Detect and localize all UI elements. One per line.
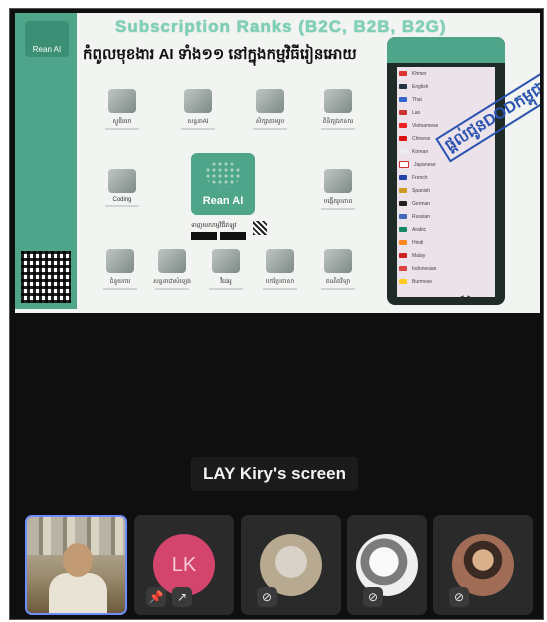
language-list: Khmer English Thai Lao Vietnamese Chines… bbox=[397, 67, 495, 297]
language-row: Indonesian bbox=[397, 262, 495, 275]
meeting-window: Rean AI Subscription Ranks (B2C, B2B, B2… bbox=[9, 8, 544, 620]
participant-tile-4[interactable]: ⊘ bbox=[347, 515, 427, 615]
mic-muted-icon: ⊘ bbox=[257, 587, 277, 607]
feature-item: សន្ទនាជាសំឡេង bbox=[147, 249, 197, 290]
language-row: Hindi bbox=[397, 236, 495, 249]
feature-item: ស្ទូឌីយោ bbox=[97, 89, 147, 130]
feature-icon bbox=[324, 249, 352, 273]
feature-label: សិក្សាតាមរូប bbox=[255, 119, 285, 125]
qr-code bbox=[21, 251, 71, 303]
app-store-icon bbox=[220, 232, 246, 240]
feature-icon bbox=[108, 169, 136, 193]
feature-label: សន្ទនាAI bbox=[187, 119, 209, 125]
phone-mockup: Khmer English Thai Lao Vietnamese Chines… bbox=[387, 37, 505, 305]
language-row: Malay bbox=[397, 249, 495, 262]
feature-icon bbox=[158, 249, 186, 273]
feature-item: ជំនួយការ bbox=[95, 249, 145, 290]
sidebar-logo-text: Rean AI bbox=[32, 45, 62, 54]
language-row: Spanish bbox=[397, 184, 495, 197]
language-row: English bbox=[397, 80, 495, 93]
slide-title: កំពូលមុខងារ AI ទាំង១១ នៅក្នុងកម្មវិធីរៀន… bbox=[83, 46, 357, 63]
feature-item: គណិតវិទ្យា bbox=[313, 249, 363, 290]
feature-icon bbox=[324, 169, 352, 193]
feature-label: ពិនិត្យឯកសារ bbox=[322, 119, 354, 125]
language-row: Russian bbox=[397, 210, 495, 223]
feature-icon bbox=[108, 89, 136, 113]
language-row: Burmese bbox=[397, 275, 495, 288]
feature-item: បកប្រែភាសា bbox=[255, 249, 305, 290]
language-row: French bbox=[397, 171, 495, 184]
store-caption: ទាញយកកម្មវិធីឥឡូវ bbox=[191, 223, 237, 229]
share-icon[interactable]: ↗ bbox=[172, 587, 192, 607]
feature-label: សន្ទនាជាសំឡេង bbox=[153, 279, 191, 285]
mic-muted-icon: ⊘ bbox=[363, 587, 383, 607]
center-logo-text: Rean AI bbox=[202, 195, 244, 207]
participant-tile-lk[interactable]: LK 📌 ↗ bbox=[134, 515, 234, 615]
feature-label: គណិតវិទ្យា bbox=[325, 279, 351, 285]
feature-label: វីដេអូ bbox=[220, 279, 232, 285]
phone-header bbox=[387, 37, 505, 63]
feature-label: ស្ទូឌីយោ bbox=[112, 119, 132, 125]
feature-label: ជំនួយការ bbox=[109, 279, 131, 285]
language-row: Thai bbox=[397, 93, 495, 106]
feature-label: បង្កើតរូបភាព bbox=[323, 199, 353, 205]
feature-icon bbox=[106, 249, 134, 273]
participant-video bbox=[63, 543, 93, 577]
language-row: Arabic bbox=[397, 223, 495, 236]
rean-ai-logo: Rean AI bbox=[25, 21, 69, 57]
feature-icon bbox=[266, 249, 294, 273]
feature-icon bbox=[184, 89, 212, 113]
feature-label: បកប្រែភាសា bbox=[265, 279, 295, 285]
language-row: German bbox=[397, 197, 495, 210]
screen-share-label: LAY Kiry's screen bbox=[191, 457, 358, 491]
slide-sidebar: Rean AI bbox=[15, 13, 77, 309]
phone-nav-arrows: < > bbox=[459, 293, 473, 303]
participant-tile-3[interactable]: ⊘ bbox=[241, 515, 341, 615]
brain-map-icon bbox=[205, 161, 241, 187]
app-store-badges: ទាញយកកម្មវិធីឥឡូវ bbox=[191, 221, 249, 240]
feature-item: វីដេអូ bbox=[201, 249, 251, 290]
participant-tile-camera[interactable] bbox=[25, 515, 127, 615]
google-play-icon bbox=[191, 232, 217, 240]
language-row: Khmer bbox=[397, 67, 495, 80]
feature-item: សន្ទនាAI bbox=[173, 89, 223, 130]
rean-ai-center-logo: Rean AI bbox=[191, 153, 255, 215]
feature-item: សិក្សាតាមរូប bbox=[245, 89, 295, 130]
feature-item: ពិនិត្យឯកសារ bbox=[313, 89, 363, 130]
mini-qr-code bbox=[253, 221, 267, 235]
feature-icon bbox=[324, 89, 352, 113]
feature-label: Coding bbox=[112, 197, 132, 203]
feature-item: បង្កើតរូបភាព bbox=[313, 169, 363, 210]
shared-screen-slide: Rean AI Subscription Ranks (B2C, B2B, B2… bbox=[15, 13, 540, 313]
feature-item: Coding bbox=[97, 169, 147, 207]
feature-icon bbox=[212, 249, 240, 273]
language-row: Japanese bbox=[397, 158, 495, 171]
feature-icon bbox=[256, 89, 284, 113]
participant-tile-5[interactable]: ⊘ bbox=[433, 515, 533, 615]
pin-icon[interactable]: 📌 bbox=[146, 587, 166, 607]
mic-muted-icon: ⊘ bbox=[449, 587, 469, 607]
